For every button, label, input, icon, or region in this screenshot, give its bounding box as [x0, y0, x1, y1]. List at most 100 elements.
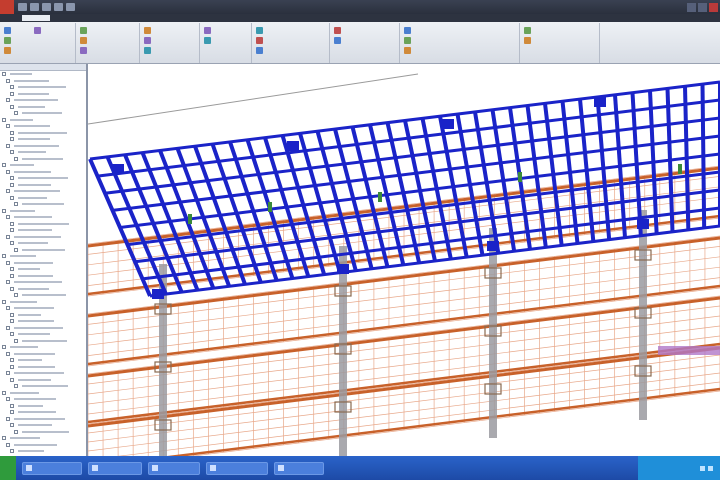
tree-node-icon	[10, 221, 14, 226]
ribbon-button-7-1[interactable]	[524, 36, 533, 44]
bracing-marker	[268, 202, 272, 212]
ribbon-button-2-2[interactable]	[144, 46, 153, 54]
tree-node-icon	[10, 312, 14, 317]
task-app-icon	[210, 465, 216, 471]
tree-item-text-line	[14, 235, 61, 238]
tree-item-text-line	[18, 229, 52, 232]
ribbon-button-6-1[interactable]	[404, 36, 413, 44]
tool-icon	[144, 46, 151, 54]
tree-node-icon	[2, 72, 6, 77]
open-icon[interactable]	[18, 3, 27, 11]
ribbon-button-4-2[interactable]	[256, 46, 265, 54]
tree-item-text-line	[10, 346, 38, 349]
ribbon-tab-9[interactable]	[328, 15, 356, 21]
tool-icon	[204, 36, 211, 44]
ribbon-button-1-2[interactable]	[80, 46, 89, 54]
taskbar-task-1[interactable]	[88, 461, 142, 475]
tool-icon	[334, 26, 341, 34]
ribbon-button-5-1[interactable]	[334, 36, 343, 44]
ribbon-button-2-0[interactable]	[144, 26, 153, 34]
tree-node-icon	[10, 176, 14, 181]
truss-node	[487, 241, 499, 251]
maximize-icon[interactable]	[698, 2, 707, 12]
ribbon-button-0-2[interactable]	[4, 46, 13, 54]
tool-icon	[4, 46, 11, 54]
close-icon[interactable]	[709, 2, 718, 12]
tool-icon	[524, 36, 531, 44]
undo-icon[interactable]	[42, 3, 51, 11]
tree-item-text-line	[14, 99, 58, 102]
taskbar-task-3[interactable]	[206, 461, 268, 475]
taskbar-task-0[interactable]	[22, 461, 82, 475]
tree-item-text-line	[18, 359, 42, 362]
structural-column	[639, 210, 647, 420]
ribbon-button-3-0[interactable]	[204, 26, 213, 34]
tree-item-text-line	[14, 417, 65, 420]
truss-node	[442, 119, 454, 129]
tree-node-icon	[2, 208, 6, 213]
ribbon-button-4-1[interactable]	[256, 36, 265, 44]
tree-node-icon	[10, 91, 14, 96]
tree-node-icon	[14, 247, 18, 252]
task-app-icon	[152, 465, 158, 471]
tree-item-text-line	[18, 378, 51, 381]
tree-item-text-line	[10, 209, 35, 212]
minimize-icon[interactable]	[687, 2, 696, 12]
ribbon-button-3-1[interactable]	[204, 36, 213, 44]
ribbon-tab-8[interactable]	[294, 15, 322, 21]
ribbon-tab-6[interactable]	[226, 15, 254, 21]
application-menu-button[interactable]	[0, 0, 14, 14]
ribbon-button-0-3[interactable]	[34, 26, 43, 34]
ribbon-button-0-0[interactable]	[4, 26, 13, 34]
ribbon-button-0-1[interactable]	[4, 36, 13, 44]
tree-node-icon	[2, 436, 6, 441]
ribbon-button-2-1[interactable]	[144, 36, 153, 44]
ribbon-tab-3[interactable]	[124, 15, 152, 21]
volume-icon[interactable]	[708, 465, 713, 471]
structural-3d-view[interactable]	[88, 64, 720, 456]
drawing-canvas[interactable]	[88, 64, 720, 456]
tool-icon	[80, 46, 87, 54]
bracing-marker	[378, 192, 382, 202]
redo-icon[interactable]	[54, 3, 63, 11]
taskbar-task-4[interactable]	[274, 461, 324, 475]
network-icon[interactable]	[700, 465, 705, 471]
ribbon-button-1-1[interactable]	[80, 36, 89, 44]
ribbon-tab-0[interactable]	[22, 15, 50, 21]
tree-item-text-line	[18, 365, 55, 368]
tool-icon	[256, 26, 263, 34]
tree-item-text-line	[18, 242, 48, 245]
ribbon-button-4-0[interactable]	[256, 26, 265, 34]
tree-node-icon	[14, 111, 18, 116]
taskbar-task-2[interactable]	[148, 461, 200, 475]
tree-node-icon	[6, 215, 10, 220]
truss-node	[112, 164, 124, 174]
tree-node-icon	[10, 241, 14, 246]
project-browser[interactable]	[0, 64, 88, 456]
save-icon[interactable]	[30, 3, 39, 11]
start-button[interactable]	[0, 456, 16, 480]
ribbon-tab-5[interactable]	[192, 15, 220, 21]
project-browser-title	[0, 64, 86, 71]
ribbon-tab-4[interactable]	[158, 15, 186, 21]
ribbon-tab-7[interactable]	[260, 15, 288, 21]
ribbon-button-7-0[interactable]	[524, 26, 533, 34]
tree-item-text-line	[10, 437, 40, 440]
ribbon-button-6-2[interactable]	[404, 46, 413, 54]
tree-item-text-line	[18, 151, 46, 154]
ribbon-tab-1[interactable]	[56, 15, 84, 21]
ribbon-button-1-0[interactable]	[80, 26, 89, 34]
tree-node-icon	[14, 429, 18, 434]
tree-item-text-line	[10, 300, 37, 303]
tree-item-text-line	[18, 424, 52, 427]
ribbon-button-5-0[interactable]	[334, 26, 343, 34]
tree-item-text-line	[14, 443, 57, 446]
tree-item-text-line	[18, 333, 50, 336]
ribbon-tab-2[interactable]	[90, 15, 118, 21]
tree-item[interactable]	[0, 448, 86, 455]
ribbon-button-6-0[interactable]	[404, 26, 413, 34]
measure-icon[interactable]	[66, 3, 75, 11]
tree-node-icon	[10, 85, 14, 90]
tree-node-icon	[10, 228, 14, 233]
highlighted-member	[658, 346, 720, 355]
